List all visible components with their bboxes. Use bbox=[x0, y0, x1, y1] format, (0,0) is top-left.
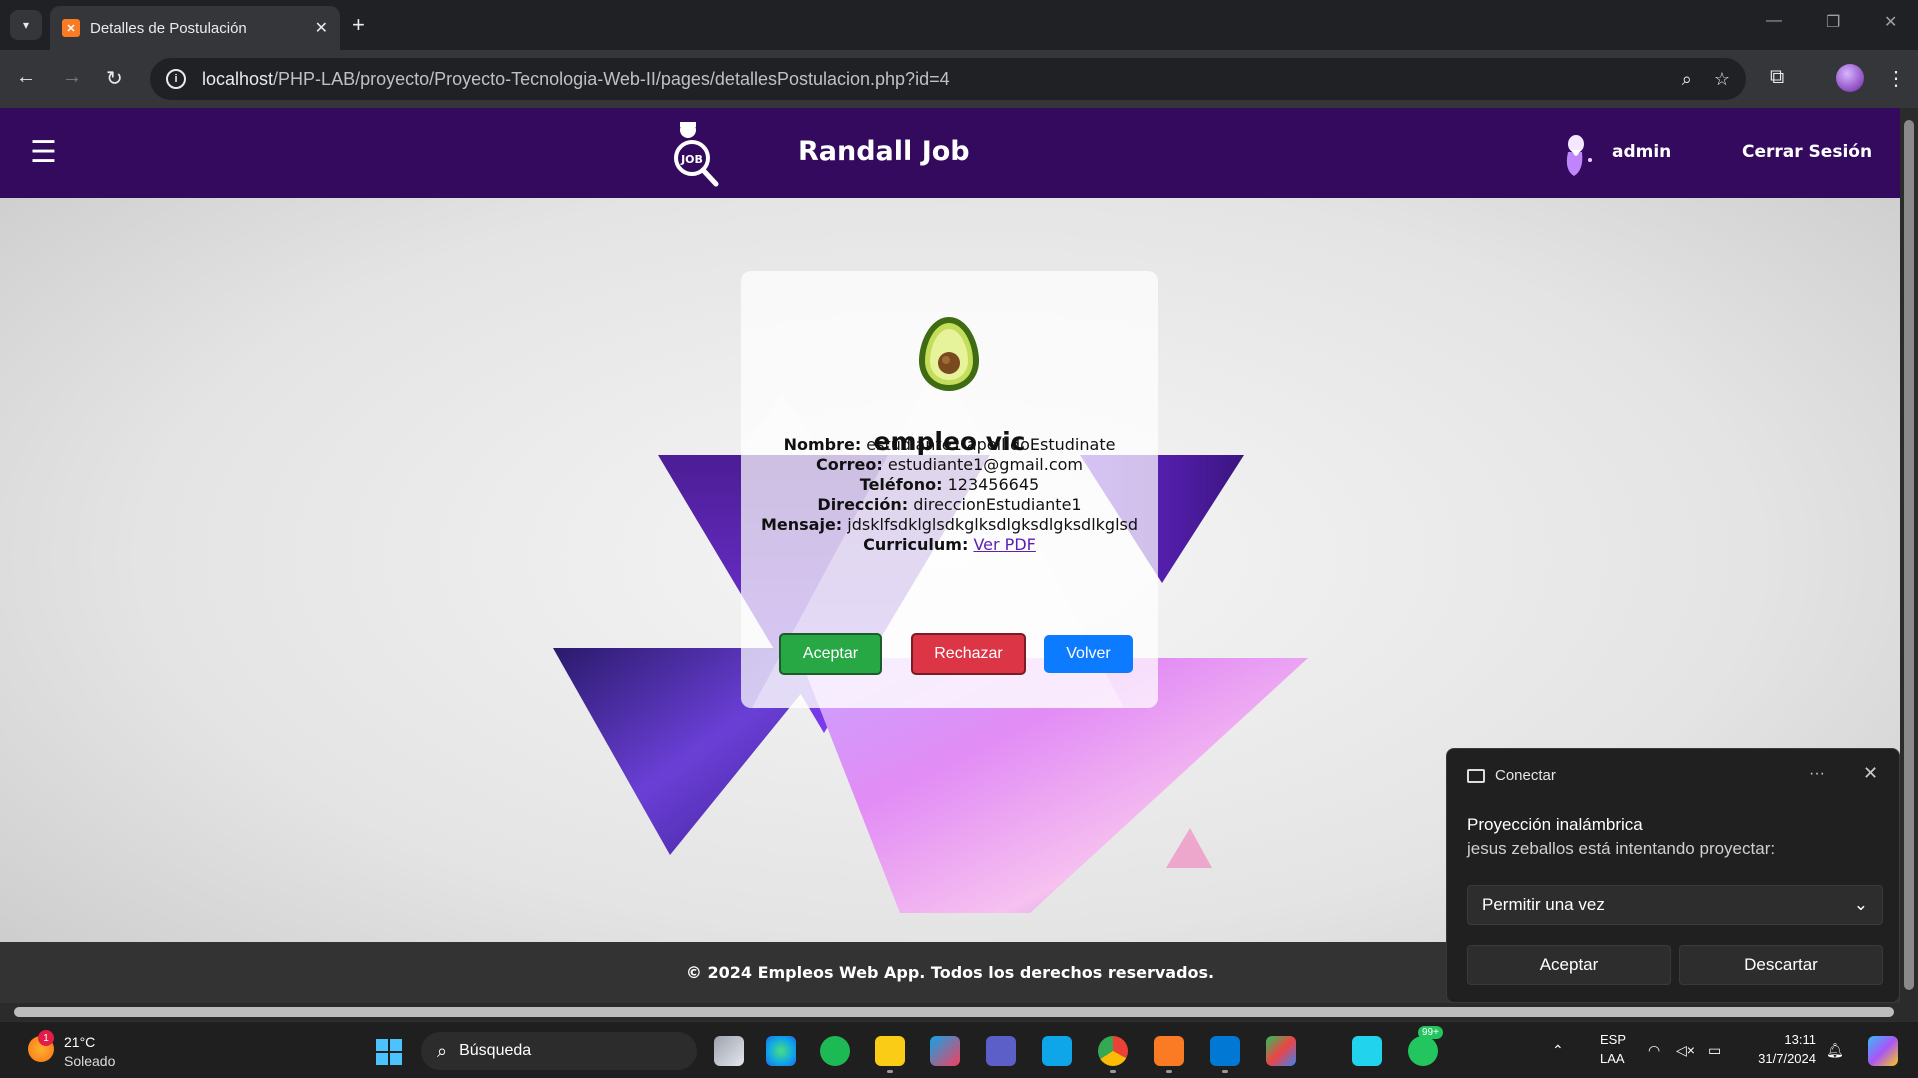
bookmark-star-icon[interactable]: ☆ bbox=[1714, 69, 1730, 90]
brand-title[interactable]: Randall Job bbox=[798, 136, 970, 167]
notification-subtitle: jesus zeballos está intentando proyectar… bbox=[1467, 839, 1776, 858]
browser-menu-icon[interactable]: ⋮ bbox=[1886, 66, 1906, 91]
teams-icon[interactable] bbox=[986, 1036, 1016, 1066]
copilot-icon[interactable] bbox=[1868, 1036, 1898, 1066]
xampp-favicon-icon: ✕ bbox=[62, 19, 80, 37]
minimize-button[interactable]: — bbox=[1766, 12, 1782, 30]
application-details-card: empleo vic Nombre: estudiante1 apellidoE… bbox=[741, 271, 1158, 708]
back-button[interactable]: ← bbox=[16, 66, 36, 89]
close-notification-icon[interactable]: ✕ bbox=[1863, 763, 1878, 784]
restore-button[interactable]: ❐ bbox=[1826, 12, 1840, 32]
whatsapp-badge: 99+ bbox=[1418, 1026, 1443, 1039]
reload-button[interactable]: ↻ bbox=[106, 66, 123, 91]
clock[interactable]: 13:11 31/7/2024 bbox=[1746, 1032, 1816, 1066]
accept-button[interactable]: Aceptar bbox=[779, 633, 882, 675]
notepad-icon[interactable] bbox=[1352, 1036, 1382, 1066]
wifi-icon[interactable]: ◠ bbox=[1648, 1042, 1660, 1059]
browser-toolbar: ← → ↻ i localhost/PHP-LAB/proyecto/Proye… bbox=[0, 50, 1918, 108]
chevron-up-icon[interactable]: ⌃ bbox=[1552, 1042, 1564, 1059]
field-curriculum: Curriculum: Ver PDF bbox=[863, 535, 1036, 554]
back-button-page[interactable]: Volver bbox=[1044, 635, 1133, 673]
field-nombre: Nombre: estudiante1 apellidoEstudinate bbox=[783, 435, 1116, 454]
microsoft-store-icon[interactable] bbox=[930, 1036, 960, 1066]
battery-icon[interactable]: ▭ bbox=[1708, 1042, 1721, 1059]
volume-muted-icon[interactable]: ◁× bbox=[1676, 1042, 1695, 1059]
field-direccion: Dirección: direccionEstudiante1 bbox=[817, 495, 1082, 514]
avocado-icon bbox=[919, 317, 979, 391]
notifications-bell-icon[interactable]: 🔔︎ bbox=[1826, 1042, 1844, 1059]
whatsapp-icon[interactable] bbox=[1408, 1036, 1438, 1066]
address-bar[interactable]: i localhost/PHP-LAB/proyecto/Proyecto-Te… bbox=[150, 58, 1746, 100]
cast-icon bbox=[1467, 768, 1485, 783]
weather-badge: 1 bbox=[38, 1030, 54, 1046]
weather-condition[interactable]: Soleado bbox=[64, 1053, 115, 1069]
mail-icon[interactable] bbox=[1042, 1036, 1072, 1066]
vertical-scrollbar[interactable] bbox=[1900, 108, 1918, 1003]
randall-job-logo: JOB bbox=[674, 122, 719, 187]
chrome-icon[interactable] bbox=[1098, 1036, 1128, 1073]
user-name[interactable]: admin bbox=[1612, 142, 1671, 162]
forward-button[interactable]: → bbox=[62, 66, 82, 89]
tab-close-icon[interactable]: ✕ bbox=[315, 18, 328, 38]
language-indicator[interactable]: ESP LAA bbox=[1600, 1032, 1626, 1066]
new-tab-button[interactable]: + bbox=[352, 12, 365, 38]
xampp-icon[interactable] bbox=[1154, 1036, 1184, 1073]
file-explorer-icon[interactable] bbox=[875, 1036, 905, 1073]
zoom-icon[interactable]: ⌕ bbox=[1682, 69, 1692, 90]
more-options-icon[interactable]: ··· bbox=[1809, 765, 1825, 783]
horizontal-scrollbar[interactable] bbox=[0, 1003, 1918, 1021]
close-window-button[interactable]: ✕ bbox=[1884, 12, 1897, 32]
notification-header: Conectar bbox=[1467, 767, 1556, 784]
windows-taskbar: 1 21°C Soleado ⌕ Búsqueda 99+ ⌃ ESP LAA … bbox=[0, 1021, 1918, 1078]
task-view-icon[interactable] bbox=[714, 1036, 744, 1066]
tab-title: Detalles de Postulación bbox=[90, 19, 247, 37]
field-correo: Correo: estudiante1@gmail.com bbox=[816, 455, 1083, 474]
notification-title: Proyección inalámbrica bbox=[1467, 815, 1643, 834]
hamburger-menu-icon[interactable]: ☰ bbox=[30, 138, 57, 168]
search-icon: ⌕ bbox=[437, 1040, 448, 1061]
field-mensaje: Mensaje: jdsklfsdklglsdkglksdlgksdlgksdl… bbox=[760, 515, 1139, 534]
notification-accept-button[interactable]: Aceptar bbox=[1467, 945, 1671, 985]
logout-link[interactable]: Cerrar Sesión bbox=[1742, 142, 1872, 162]
chevron-down-icon: ⌄ bbox=[1853, 895, 1868, 914]
site-info-icon[interactable]: i bbox=[166, 69, 186, 89]
permission-select[interactable]: Permitir una vez ⌄ bbox=[1467, 885, 1883, 925]
user-avatar bbox=[1566, 135, 1592, 176]
weather-temperature[interactable]: 21°C bbox=[64, 1034, 95, 1050]
wireless-projection-notification: Conectar ··· ✕ Proyección inalámbrica je… bbox=[1446, 748, 1900, 1003]
notification-dismiss-button[interactable]: Descartar bbox=[1679, 945, 1883, 985]
browser-tabstrip: ▾ ✕ Detalles de Postulación ✕ + — ❐ ✕ bbox=[0, 0, 1918, 50]
profile-avatar[interactable] bbox=[1836, 64, 1864, 92]
extensions-icon[interactable]: ⧉ bbox=[1770, 66, 1784, 89]
edge-icon[interactable] bbox=[766, 1036, 796, 1066]
vscode-icon[interactable] bbox=[1210, 1036, 1240, 1073]
field-telefono: Teléfono: 123456645 bbox=[859, 475, 1040, 494]
reject-button[interactable]: Rechazar bbox=[911, 633, 1026, 675]
start-menu-icon[interactable] bbox=[376, 1039, 402, 1065]
svg-text:JOB: JOB bbox=[680, 153, 703, 166]
url-text[interactable]: localhost/PHP-LAB/proyecto/Proyecto-Tecn… bbox=[202, 69, 1660, 90]
taskbar-search[interactable]: ⌕ Búsqueda bbox=[421, 1032, 697, 1070]
site-header: ☰ JOB Randall Job admin Cerrar Sesión bbox=[0, 108, 1900, 198]
git-app-icon[interactable] bbox=[1266, 1036, 1296, 1066]
tab-search-button[interactable]: ▾ bbox=[10, 10, 42, 40]
spotify-icon[interactable] bbox=[820, 1036, 850, 1066]
ver-pdf-link[interactable]: Ver PDF bbox=[973, 535, 1035, 554]
browser-tab[interactable]: ✕ Detalles de Postulación ✕ bbox=[50, 6, 340, 50]
